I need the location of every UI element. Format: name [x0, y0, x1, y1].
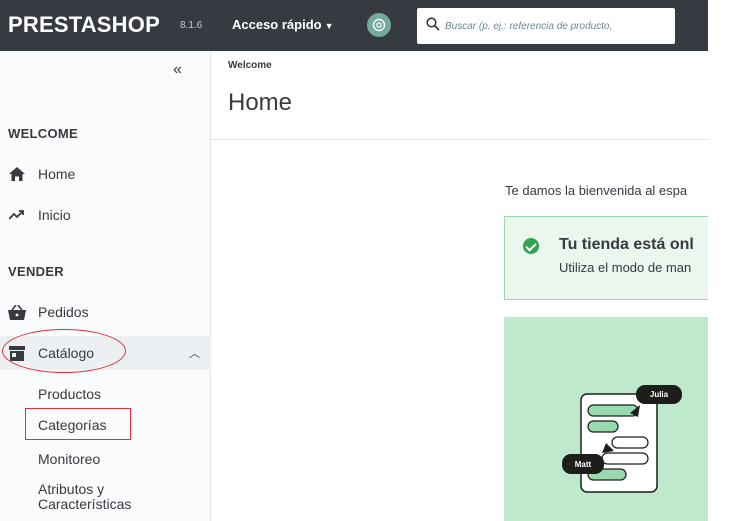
welcome-text: Te damos la bienvenida al espa — [505, 183, 688, 198]
prestashop-logo[interactable]: PRESTASHOP — [8, 12, 160, 38]
breadcrumb[interactable]: Welcome — [228, 60, 272, 71]
annotation-oval — [2, 329, 126, 373]
assistant-icon[interactable] — [367, 13, 391, 37]
main-content: Te damos la bienvenida al espa Tu tienda… — [211, 141, 708, 521]
sidebar: « WELCOME Home Inicio VENDER Pedidos Cat… — [0, 51, 211, 521]
chat-document-icon — [580, 393, 658, 493]
alert-subtitle: Utiliza el modo de man — [559, 260, 692, 275]
page-title: Home — [228, 89, 293, 116]
submenu-item-atributos[interactable]: Atributos y Características — [38, 482, 148, 512]
search-icon — [426, 17, 440, 31]
chevron-up-icon[interactable]: ︿ — [189, 345, 200, 361]
sidebar-item-label: Pedidos — [38, 304, 89, 320]
version-label: 8.1.6 — [180, 20, 203, 31]
page-header: Welcome Home — [211, 51, 708, 140]
quick-access-label: Acceso rápido — [232, 17, 322, 32]
search-input[interactable] — [445, 16, 671, 36]
sidebar-item-label: Inicio — [38, 207, 71, 223]
check-circle-icon — [523, 238, 539, 254]
top-bar: PRESTASHOP 8.1.6 Acceso rápido ▼ — [0, 0, 708, 51]
submenu-item-monitoreo[interactable]: Monitoreo — [38, 451, 100, 467]
sidebar-item-label: Home — [38, 166, 76, 182]
caret-down-icon: ▼ — [324, 21, 334, 31]
chat-illustration: Julia Matt — [504, 317, 708, 521]
section-welcome: WELCOME — [8, 126, 78, 141]
basket-icon — [8, 304, 26, 320]
store-online-alert: Tu tienda está onl Utiliza el modo de ma… — [504, 216, 708, 300]
search-box[interactable] — [417, 8, 675, 44]
quick-access-dropdown[interactable]: Acceso rápido ▼ — [232, 17, 334, 32]
chat-bubble-julia: Julia — [636, 385, 682, 404]
trending-up-icon — [8, 209, 26, 221]
submenu-item-productos[interactable]: Productos — [38, 386, 101, 402]
sidebar-item-inicio[interactable]: Inicio — [0, 198, 211, 232]
sidebar-item-home[interactable]: Home — [0, 157, 211, 191]
annotation-box — [25, 408, 131, 440]
alert-title: Tu tienda está onl — [559, 236, 694, 253]
sidebar-item-pedidos[interactable]: Pedidos — [0, 295, 211, 329]
home-icon — [8, 167, 26, 181]
collapse-sidebar-icon[interactable]: « — [173, 61, 182, 79]
section-vender: VENDER — [8, 264, 64, 279]
chat-bubble-matt: Matt — [562, 454, 604, 474]
